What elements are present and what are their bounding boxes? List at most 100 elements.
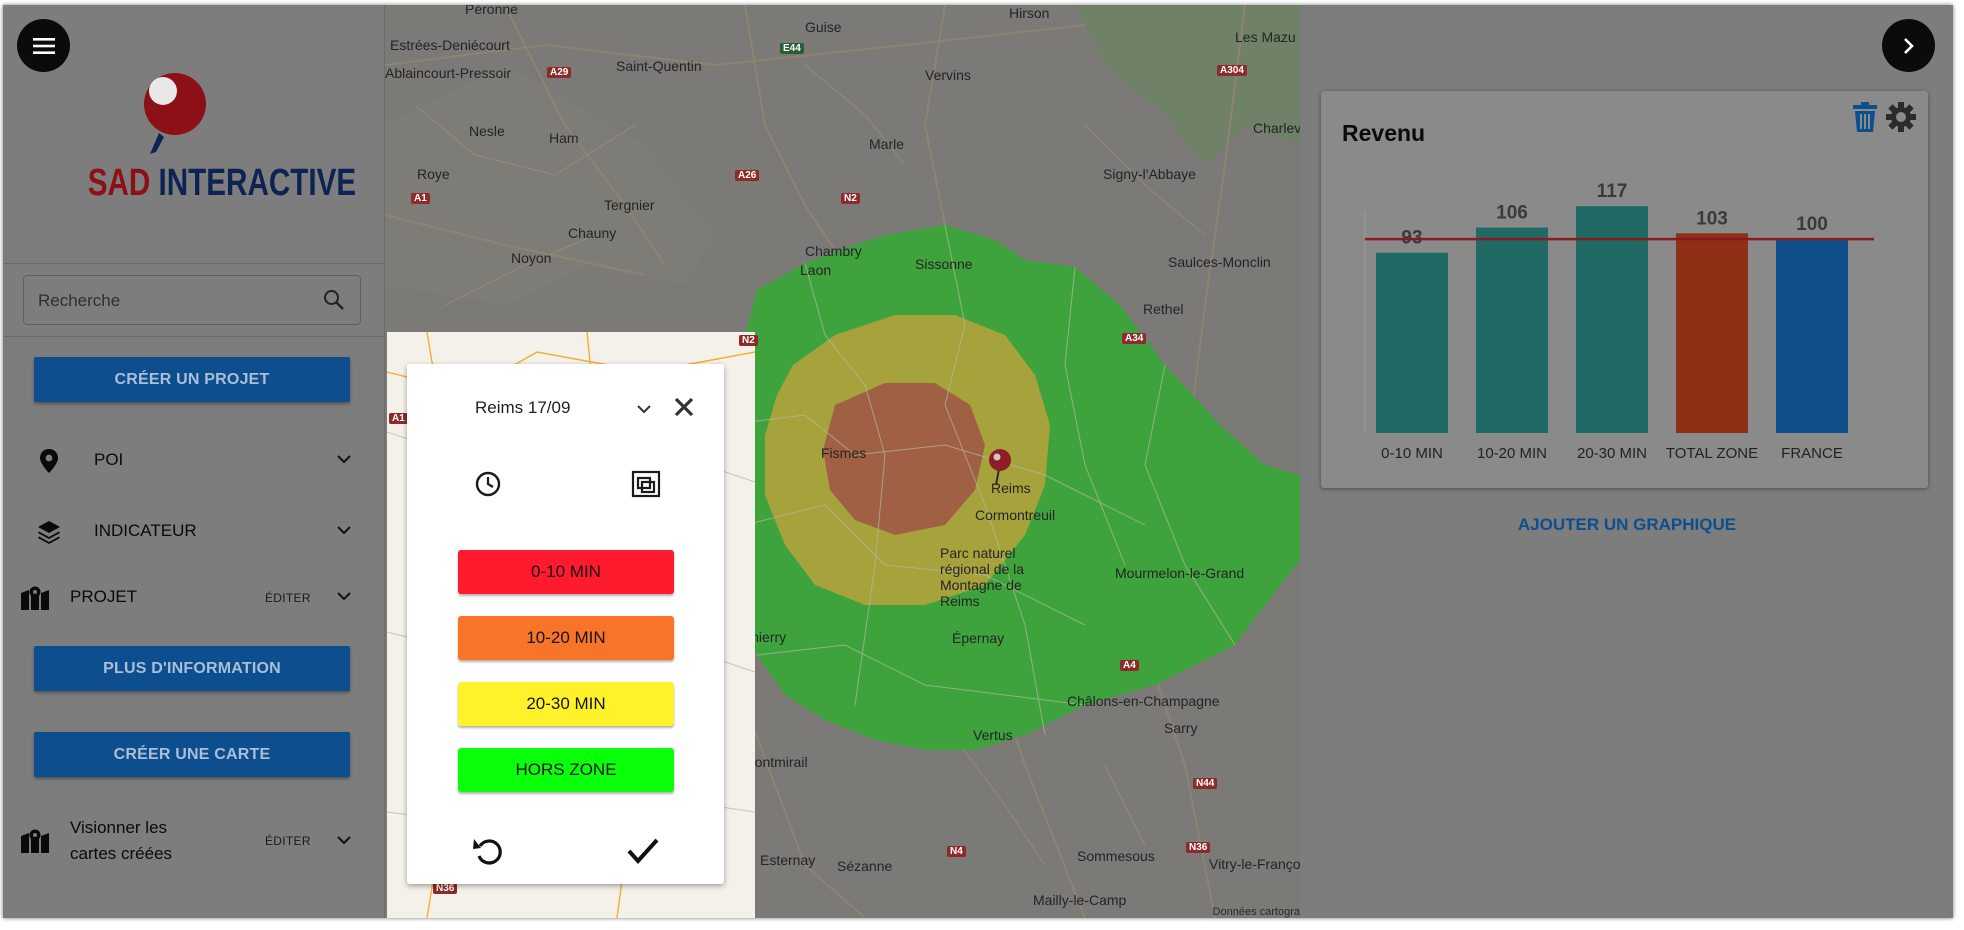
map-place-label: Châlons-en-Champagne	[1067, 693, 1220, 709]
map-place-label: Mailly-le-Camp	[1033, 892, 1127, 908]
chevron-down-icon[interactable]	[336, 590, 352, 602]
map-place-label: Fismes	[821, 445, 867, 461]
sidebar: SAD INTERACTIVE CRÉER UN PROJET POI	[3, 5, 385, 918]
folded-map-icon	[21, 829, 49, 853]
map-place-label: Vervins	[925, 67, 971, 83]
map-place-label: Vertus	[973, 727, 1013, 743]
map-place-label: Hirson	[1009, 5, 1050, 21]
map-place-label: Guise	[805, 19, 842, 35]
map-place-label: Chauny	[568, 225, 617, 241]
road-shield: N36	[433, 883, 458, 894]
create-project-button[interactable]: CRÉER UN PROJET	[34, 357, 350, 402]
map-place-label: Sissonne	[915, 256, 973, 272]
map-place-label: Péronne	[465, 5, 518, 17]
add-chart-button[interactable]: AJOUTER UN GRAPHIQUE	[1301, 515, 1953, 535]
nav-item-indicateur[interactable]: INDICATEUR	[3, 506, 384, 556]
nav-label-projet: PROJET	[70, 587, 138, 606]
folded-map-icon	[21, 586, 49, 610]
chart-bar	[1676, 233, 1748, 433]
right-panel: Revenu 93 0-10 MIN 106 10-20 MIN 117 20-30 MI…	[1301, 5, 1953, 918]
chart-bar	[1376, 252, 1448, 433]
divider	[3, 336, 384, 337]
divider	[3, 263, 384, 264]
brand-part-sad: SAD	[87, 162, 151, 204]
nav-item-view-maps[interactable]: Visionner les cartes créées ÉDITER	[3, 810, 384, 870]
brand-name: SAD INTERACTIVE	[87, 162, 356, 205]
band-10-20-min[interactable]: 10-20 MIN	[458, 616, 674, 660]
map-place-label: Sézanne	[837, 858, 893, 874]
more-information-button[interactable]: PLUS D'INFORMATION	[34, 646, 350, 691]
map-place-label: Noyon	[511, 250, 552, 266]
chart-category-label: 20-30 MIN	[1577, 445, 1647, 462]
next-button[interactable]	[1882, 19, 1935, 72]
map-place-label: Marle	[869, 136, 905, 152]
chevron-down-icon[interactable]	[336, 453, 352, 465]
chevron-right-icon	[1903, 37, 1914, 54]
map-place-label: Épernay	[952, 630, 1005, 646]
map-place-label: Parc naturel régional de la Montagne de …	[940, 545, 1025, 609]
road-shield: N4	[947, 846, 966, 857]
map-place-label: Tergnier	[604, 197, 655, 213]
chart-category-label: 10-20 MIN	[1477, 445, 1547, 462]
search-box	[23, 275, 361, 325]
chevron-down-icon[interactable]	[336, 834, 352, 846]
check-icon[interactable]	[626, 836, 660, 866]
map-place-label: Sarry	[1164, 720, 1198, 736]
map-place-label: Laon	[800, 262, 832, 278]
chart-bar	[1476, 227, 1548, 433]
map-place-label: Chambry	[805, 243, 862, 259]
band-hors-zone[interactable]: HORS ZONE	[458, 748, 674, 792]
road-shield: A34	[1122, 333, 1147, 344]
map-place-label: Charlev	[1253, 120, 1300, 136]
map-place-label: Estrées-Deniécourt	[390, 37, 510, 53]
isochrone-popup: Reims 17/09 0-10 MIN 10-20 MIN 20-30 MIN…	[407, 364, 724, 884]
map-place-label: Ham	[549, 130, 579, 146]
nav-item-poi[interactable]: POI	[3, 435, 384, 485]
road-shield: A1	[411, 193, 430, 204]
chart-category-label: TOTAL ZONE	[1666, 445, 1758, 462]
select-area-icon[interactable]	[631, 470, 661, 498]
nav-label-view-maps-line2: cartes créées	[70, 844, 173, 863]
chart-category-label: FRANCE	[1781, 445, 1843, 462]
nav-item-projet[interactable]: PROJET ÉDITER	[3, 572, 384, 622]
road-shield: A29	[547, 67, 572, 78]
chart-card: Revenu 93 0-10 MIN 106 10-20 MIN 117 20-30 MI…	[1321, 91, 1928, 488]
edit-link[interactable]: ÉDITER	[265, 834, 311, 848]
chevron-down-icon[interactable]	[336, 524, 352, 536]
map-place-label: Esternay	[760, 852, 816, 868]
road-shield: N44	[1193, 778, 1218, 789]
menu-button[interactable]	[17, 19, 70, 72]
chart-data-label: 117	[1597, 181, 1628, 202]
road-shield: E44	[780, 43, 804, 54]
layers-icon	[38, 521, 60, 544]
road-shield: A304	[1217, 65, 1247, 76]
road-shield: A1	[389, 413, 408, 424]
chart-category-label: 0-10 MIN	[1381, 445, 1443, 462]
edit-link[interactable]: ÉDITER	[265, 591, 311, 605]
brand-part-interactive: INTERACTIVE	[158, 162, 357, 204]
chart-data-label: 106	[1496, 203, 1528, 224]
map-place-label: Les Mazu	[1235, 29, 1296, 45]
nav-label-poi: POI	[94, 450, 124, 469]
chevron-down-icon[interactable]	[635, 402, 653, 416]
chart-bar	[1776, 239, 1848, 433]
create-map-button[interactable]: CRÉER UNE CARTE	[34, 732, 350, 777]
map-place-label: Cormontreuil	[975, 507, 1056, 523]
band-0-10-min[interactable]: 0-10 MIN	[458, 550, 674, 594]
band-20-30-min[interactable]: 20-30 MIN	[458, 682, 674, 726]
hamburger-icon	[32, 37, 55, 54]
map-place-label: Sommesous	[1077, 848, 1155, 864]
search-icon[interactable]	[322, 288, 346, 312]
map-place-label: Roye	[417, 166, 450, 182]
chart-data-label: 100	[1796, 214, 1828, 235]
clock-icon[interactable]	[474, 470, 502, 498]
map-place-label: Rethel	[1143, 301, 1184, 317]
search-input[interactable]	[36, 288, 310, 314]
close-icon[interactable]	[673, 396, 695, 418]
undo-icon[interactable]	[471, 834, 505, 868]
map-pin-icon	[40, 449, 58, 473]
map-place-label: Reims	[991, 480, 1031, 496]
map-place-label: Vitry-le-François	[1209, 856, 1300, 872]
road-shield: N2	[841, 193, 860, 204]
map-place-label: Nesle	[469, 123, 505, 139]
